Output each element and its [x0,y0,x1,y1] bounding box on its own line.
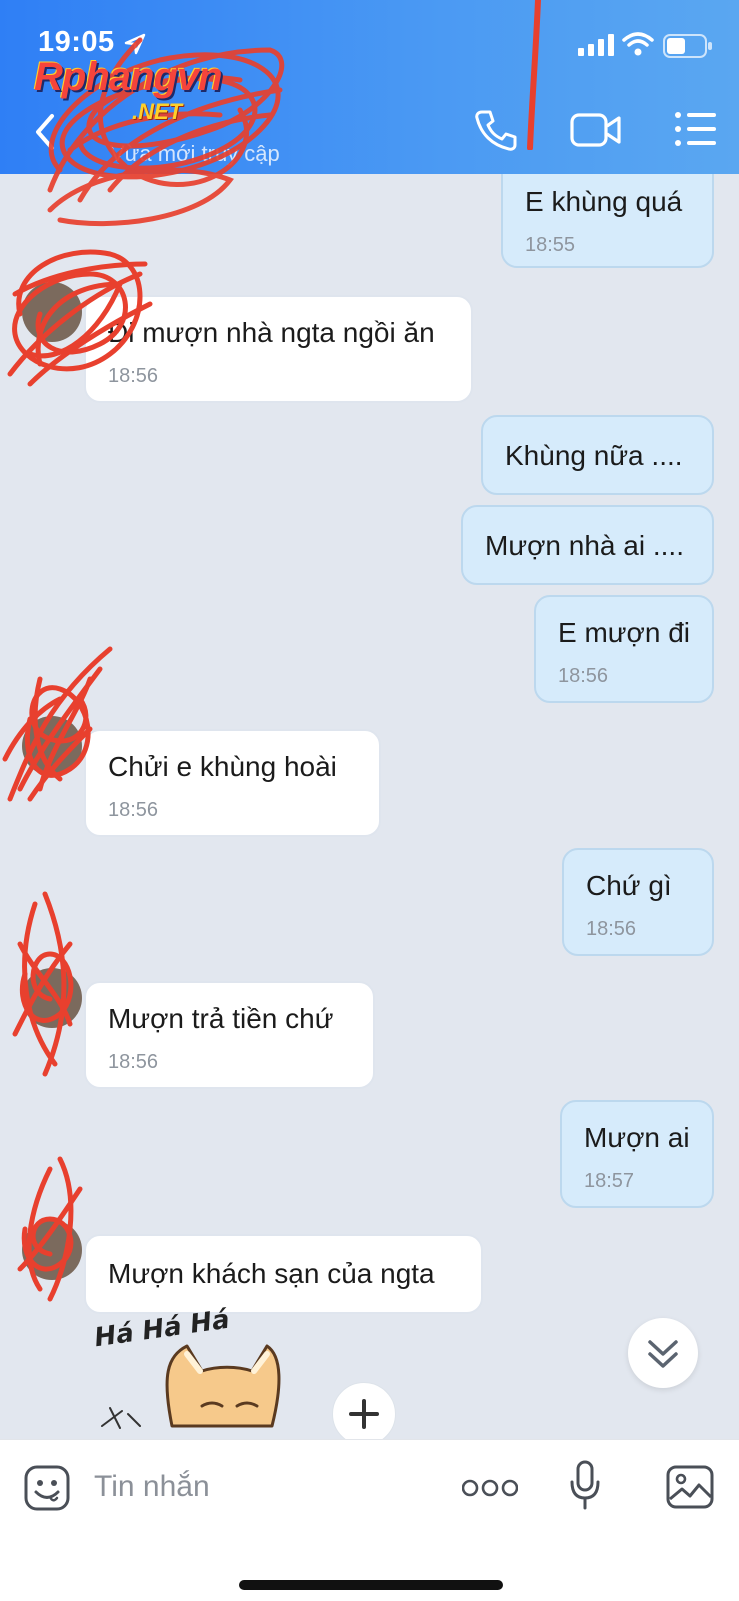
watermark-main: Rphangvn [34,55,223,99]
message-text: Mượn nhà ai .... [485,530,684,561]
redaction-scribble [17,1156,83,1302]
redaction-line [527,0,541,150]
message-text: Chửi e khùng hoài [108,751,337,782]
message-outgoing[interactable]: Chứ gì 18:56 [562,848,714,956]
message-text: Khùng nữa .... [505,440,683,471]
message-text: Mượn ai [584,1122,690,1153]
chat-messages[interactable]: E khùng quá 18:55 Đi mượn nhà ngta ngồi … [0,174,739,1439]
message-outgoing[interactable]: Khùng nữa .... [481,415,714,495]
scroll-to-bottom-button[interactable] [628,1318,698,1388]
message-text: Chứ gì [586,870,672,901]
message-input[interactable] [92,1460,436,1514]
emoji-icon[interactable] [24,1465,70,1511]
redaction-scribble [2,646,113,802]
menu-icon[interactable] [674,110,716,148]
message-composer [0,1439,739,1601]
add-reaction-button[interactable] [332,1382,396,1439]
message-outgoing[interactable]: E khùng quá 18:55 [501,174,714,268]
wifi-icon [622,32,654,56]
phone-icon[interactable] [474,108,518,152]
message-time: 18:55 [525,234,576,256]
message-text: Mượn trả tiền chứ [108,1003,334,1034]
image-icon[interactable] [666,1465,714,1509]
message-time: 18:56 [586,918,637,940]
video-icon[interactable] [570,112,622,148]
chat-header: 19:05 Vừa mới truy cập Rphangvn .NET [0,0,739,227]
message-time: 18:57 [584,1170,635,1192]
message-time: 18:56 [558,665,609,687]
message-time: 18:56 [108,1051,159,1073]
message-incoming[interactable]: Mượn khách sạn của ngta [84,1234,483,1314]
watermark-logo: Rphangvn .NET [34,55,264,135]
plus-icon [349,1399,379,1429]
message-incoming[interactable]: Mượn trả tiền chứ 18:56 [84,981,375,1089]
message-outgoing[interactable]: Mượn nhà ai .... [461,505,714,585]
microphone-icon[interactable] [570,1460,600,1510]
message-outgoing[interactable]: Mượn ai 18:57 [560,1100,714,1208]
home-indicator [239,1580,503,1590]
more-icon[interactable] [462,1478,518,1498]
chevron-double-down-icon [648,1340,678,1368]
signal-icon [578,34,614,56]
message-text: E khùng quá [525,186,683,217]
message-text: E mượn đi [558,617,691,648]
battery-icon [663,34,712,58]
watermark-sub: .NET [132,99,183,124]
redaction-scribble [7,249,153,387]
message-text: Mượn khách sạn của ngta [108,1258,435,1289]
message-outgoing[interactable]: E mượn đi 18:56 [534,595,714,703]
redaction-scribble [12,891,74,1077]
